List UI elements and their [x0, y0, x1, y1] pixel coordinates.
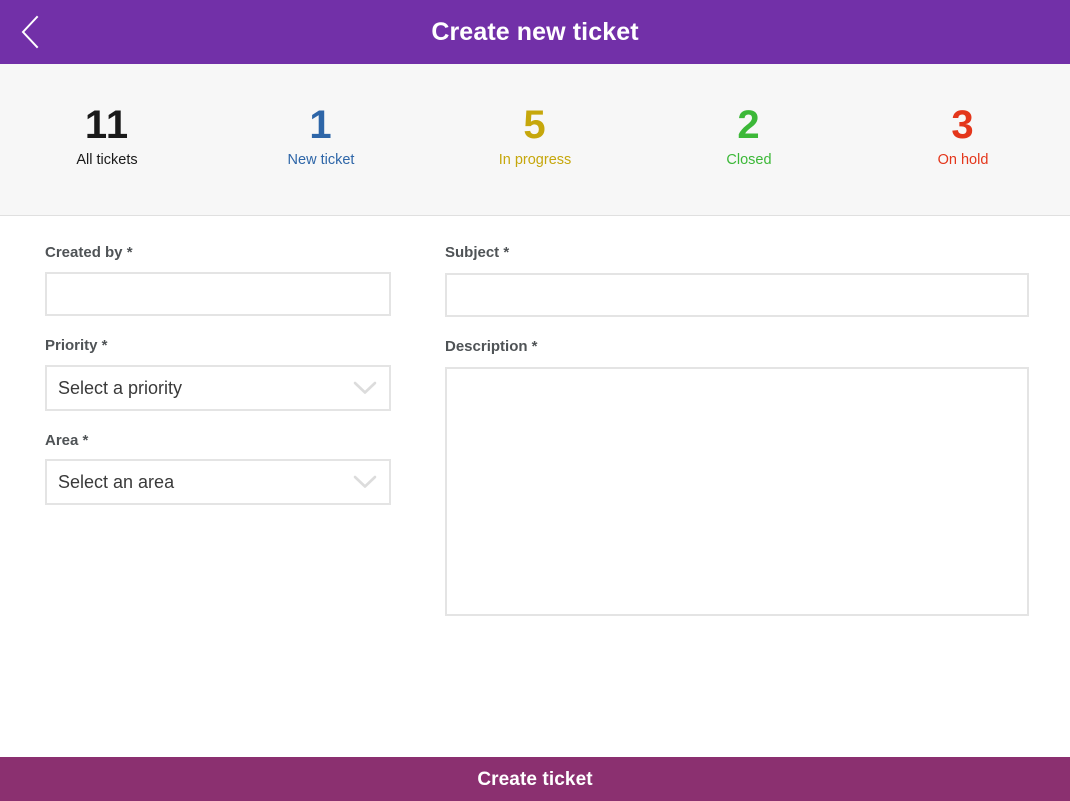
stat-new-ticket-label: New ticket: [287, 152, 355, 168]
stat-all-tickets[interactable]: 11 All tickets: [0, 104, 214, 170]
page-title: Create new ticket: [431, 17, 639, 46]
stat-all-tickets-label: All tickets: [76, 152, 138, 168]
form-column-left: Created by * Priority * Select a priorit…: [45, 244, 391, 757]
area-select[interactable]: Select an area: [45, 459, 391, 506]
ticket-form: Created by * Priority * Select a priorit…: [0, 216, 1070, 757]
description-label: Description *: [445, 337, 538, 355]
stat-on-hold-value: 3: [951, 103, 975, 147]
priority-select[interactable]: Select a priority: [45, 364, 391, 411]
ticket-stats-bar: 11 All tickets 1 New ticket 5 In progres…: [0, 64, 1070, 216]
app-header: Create new ticket: [0, 0, 1070, 64]
create-ticket-screen: Create new ticket 11 All tickets 1 New t…: [0, 0, 1070, 801]
stat-closed-label: Closed: [726, 152, 772, 168]
field-created-by: Created by *: [45, 244, 391, 316]
field-priority: Priority * Select a priority: [45, 337, 391, 411]
back-button[interactable]: [10, 12, 50, 52]
stat-in-progress-value: 5: [523, 103, 547, 147]
create-ticket-button-label: Create ticket: [477, 768, 593, 790]
stat-all-tickets-value: 11: [84, 103, 130, 147]
stat-closed-value: 2: [737, 103, 761, 147]
created-by-input[interactable]: [45, 271, 391, 316]
field-area: Area * Select an area: [45, 432, 391, 506]
area-label: Area *: [45, 431, 89, 449]
area-select-value: Select an area: [58, 472, 175, 493]
created-by-label: Created by *: [45, 244, 133, 261]
stat-new-ticket-value: 1: [309, 103, 333, 147]
subject-input[interactable]: [445, 272, 1029, 317]
priority-select-value: Select a priority: [58, 377, 183, 398]
chevron-left-icon: [19, 15, 41, 49]
field-subject: Subject *: [445, 244, 1029, 317]
stat-on-hold-label: On hold: [937, 152, 989, 168]
stat-on-hold[interactable]: 3 On hold: [856, 104, 1070, 170]
stat-new-ticket[interactable]: 1 New ticket: [214, 104, 428, 170]
chevron-down-icon: [351, 374, 379, 402]
create-ticket-button[interactable]: Create ticket: [0, 757, 1070, 801]
chevron-down-icon: [351, 468, 379, 496]
description-textarea[interactable]: [445, 366, 1029, 616]
subject-label: Subject *: [445, 244, 510, 261]
stat-in-progress-label: In progress: [498, 152, 572, 168]
field-description: Description *: [445, 338, 1029, 616]
priority-label: Priority *: [45, 336, 108, 354]
stat-in-progress[interactable]: 5 In progress: [428, 104, 642, 170]
stat-closed[interactable]: 2 Closed: [642, 104, 856, 170]
form-column-right: Subject * Description *: [445, 244, 1029, 757]
